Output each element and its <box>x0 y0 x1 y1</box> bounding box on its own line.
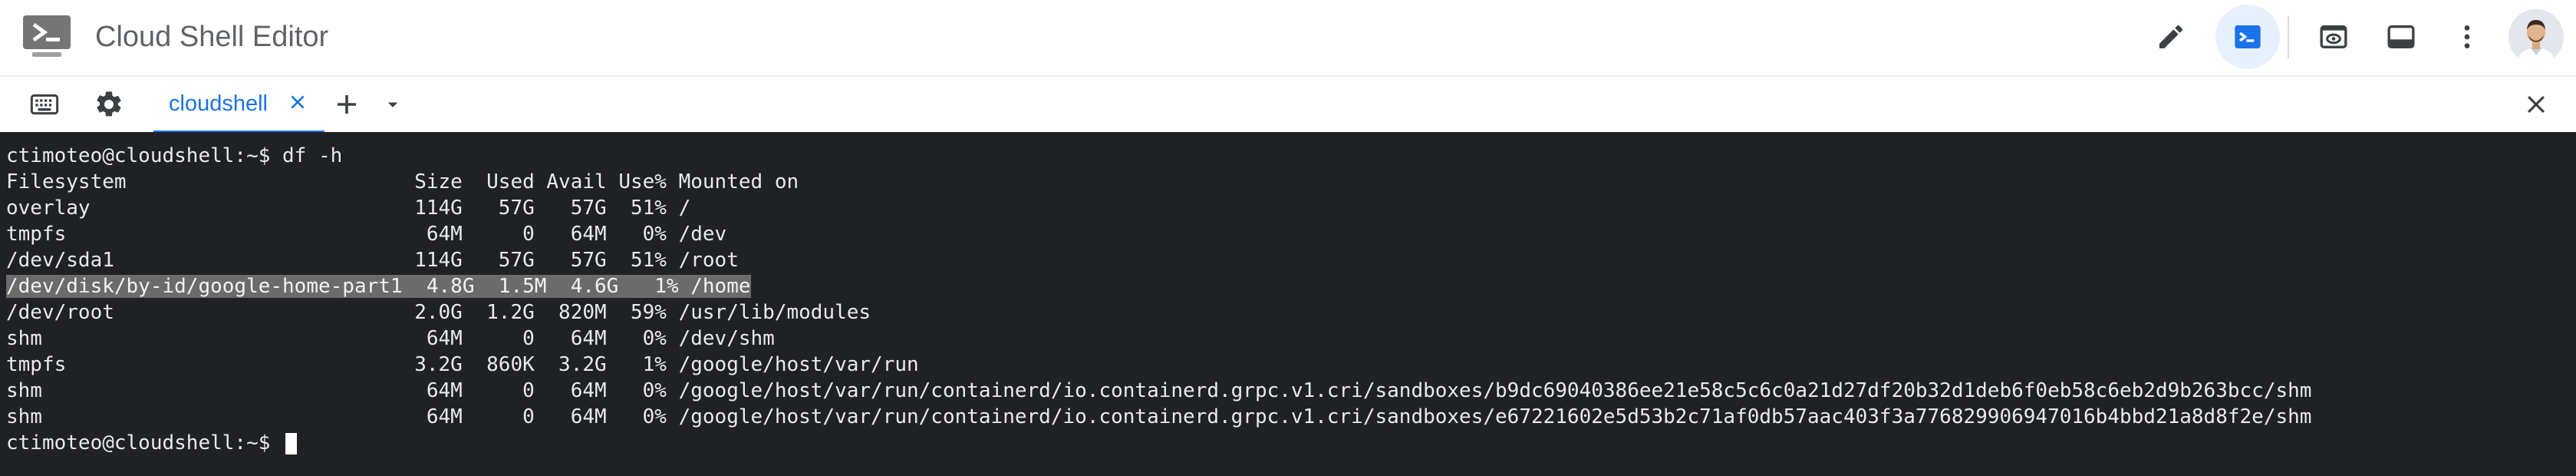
df-row-selected: /dev/disk/by-id/google-home-part1 4.8G 1… <box>6 273 2576 299</box>
layout-button[interactable] <box>2369 5 2433 69</box>
command: df -h <box>282 144 343 167</box>
panel-layout-icon <box>2386 21 2416 52</box>
web-preview-button[interactable] <box>2301 5 2366 69</box>
terminal-icon <box>2232 21 2263 52</box>
keyboard-icon <box>29 89 60 124</box>
selection-highlight: /dev/disk/by-id/google-home-part1 4.8G 1… <box>6 275 751 298</box>
tab-cloudshell[interactable]: cloudshell <box>153 77 324 134</box>
caret-down-icon <box>381 93 404 120</box>
terminal-cursor <box>285 432 298 455</box>
df-row: shm 64M 0 64M 0% /google/host/var/run/co… <box>6 405 2312 428</box>
current-prompt-line: ctimoteo@cloudshell:~$ <box>6 430 2576 456</box>
prompt: ctimoteo@cloudshell:~$ <box>6 431 283 455</box>
df-row: overlay 114G 57G 57G 51% / <box>6 197 691 220</box>
pencil-icon <box>2156 21 2186 52</box>
settings-button[interactable] <box>91 88 127 124</box>
close-terminal-button[interactable] <box>2518 88 2555 124</box>
web-preview-icon <box>2318 21 2349 52</box>
df-row: /dev/root 2.0G 1.2G 820M 59% /usr/lib/mo… <box>6 301 871 324</box>
terminal-tab-bar: cloudshell <box>0 75 2576 134</box>
tab-label: cloudshell <box>169 91 268 116</box>
close-icon <box>288 92 308 116</box>
tab-dropdown-button[interactable] <box>374 88 411 124</box>
df-header: Filesystem Size Used Avail Use% Mounted … <box>6 170 799 193</box>
app-title: Cloud Shell Editor <box>95 21 329 53</box>
terminal-output[interactable]: ctimoteo@cloudshell:~$ df -h Filesystem … <box>0 132 2576 476</box>
user-avatar[interactable] <box>2508 9 2564 64</box>
prompt: ctimoteo@cloudshell:~$ <box>6 144 283 167</box>
close-icon <box>2523 91 2549 121</box>
add-tab-button[interactable] <box>328 88 365 124</box>
df-row: tmpfs 3.2G 860K 3.2G 1% /google/host/var… <box>6 353 919 376</box>
command-line: ctimoteo@cloudshell:~$ df -h <box>6 143 2576 169</box>
df-row: /dev/sda1 114G 57G 57G 51% /root <box>6 249 739 272</box>
df-row: tmpfs 64M 0 64M 0% /dev <box>6 223 727 246</box>
terminal-toggle-button[interactable] <box>2215 5 2280 69</box>
df-row: shm 64M 0 64M 0% /dev/shm <box>6 327 775 350</box>
top-bar: Cloud Shell Editor <box>0 0 2576 74</box>
tab-close-button[interactable] <box>286 92 309 115</box>
toolbar-divider <box>2288 15 2289 58</box>
keyboard-button[interactable] <box>26 88 63 124</box>
more-vert-icon <box>2452 21 2482 52</box>
df-row: shm 64M 0 64M 0% /google/host/var/run/co… <box>6 379 2312 402</box>
plus-icon <box>333 91 361 122</box>
more-options-button[interactable] <box>2435 5 2499 69</box>
gear-icon <box>94 89 124 124</box>
edit-button[interactable] <box>2139 5 2203 69</box>
terminal-logo-icon <box>21 14 72 58</box>
